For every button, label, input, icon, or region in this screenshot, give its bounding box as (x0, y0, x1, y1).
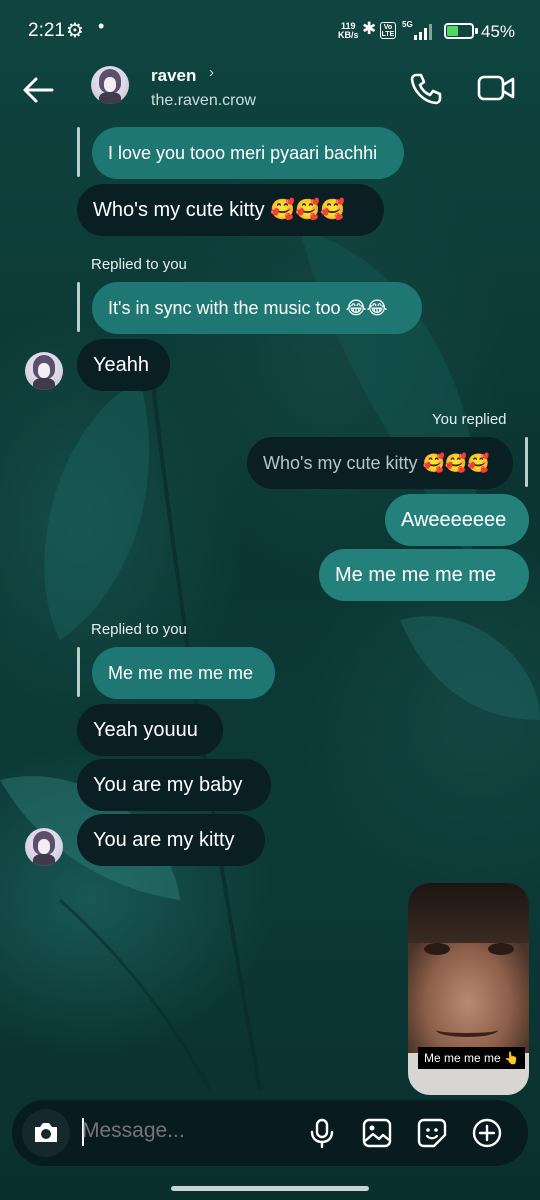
volte-icon: Vo LTE (380, 22, 396, 39)
home-indicator[interactable] (171, 1186, 369, 1191)
contact-username[interactable]: the.raven.crow (151, 92, 256, 110)
received-message[interactable]: Yeahh (77, 339, 170, 391)
quoted-message[interactable]: Me me me me me (92, 647, 275, 699)
sent-message[interactable]: Aweeeeeee (385, 494, 529, 546)
signal-icon (414, 24, 432, 40)
received-message[interactable]: Who's my cute kitty 🥰🥰🥰 (77, 184, 384, 236)
received-message[interactable]: Yeah youuu (77, 704, 223, 756)
bluetooth-icon: ✱ (362, 19, 377, 38)
you-replied-label: You replied (432, 411, 507, 428)
replied-label: Replied to you (91, 256, 187, 273)
plus-circle-icon[interactable] (471, 1117, 503, 1149)
reply-quote-bar (77, 647, 80, 697)
status-time: 2:21 (28, 20, 65, 41)
settings-icon: ⚙ (66, 20, 84, 42)
status-bar: 2:21 ⚙ • 119 KB/s ✱ Vo LTE 5G 45% (0, 0, 540, 62)
reply-quote-bar (525, 437, 528, 487)
quoted-message[interactable]: I love you tooo meri pyaari bachhi (92, 127, 404, 179)
contact-avatar-small[interactable] (25, 352, 63, 390)
camera-icon (35, 1123, 57, 1142)
back-arrow-icon[interactable] (20, 72, 56, 108)
notification-dot-icon: • (98, 16, 105, 36)
message-composer (12, 1100, 528, 1166)
chat-header: raven › the.raven.crow (0, 62, 540, 118)
battery-percent: 45% (481, 22, 516, 41)
replied-label: Replied to you (91, 621, 187, 638)
quoted-message[interactable]: Who's my cute kitty 🥰🥰🥰 (247, 437, 513, 489)
chevron-right-icon[interactable]: › (209, 64, 214, 81)
network-speed: 119 KB/s (338, 21, 359, 40)
received-message[interactable]: You are my kitty (77, 814, 265, 866)
received-message[interactable]: You are my baby (77, 759, 271, 811)
quoted-message[interactable]: It's in sync with the music too 😂😂 (92, 282, 422, 334)
phone-icon[interactable] (408, 70, 444, 106)
battery-icon (444, 23, 478, 39)
contact-avatar-small[interactable] (25, 828, 63, 866)
contact-name[interactable]: raven (151, 66, 196, 86)
reply-quote-bar (77, 127, 80, 177)
sent-message[interactable]: Me me me me me (319, 549, 529, 601)
sticker-icon[interactable] (416, 1117, 448, 1149)
network-type: 5G (402, 20, 413, 29)
video-caption: Me me me me 👆 (418, 1047, 525, 1069)
microphone-icon[interactable] (306, 1117, 338, 1149)
video-icon[interactable] (476, 72, 516, 104)
contact-avatar[interactable] (91, 66, 129, 104)
message-input[interactable] (82, 1119, 282, 1143)
reply-quote-bar (77, 282, 80, 332)
camera-button[interactable] (22, 1109, 70, 1157)
gallery-icon[interactable] (361, 1117, 393, 1149)
